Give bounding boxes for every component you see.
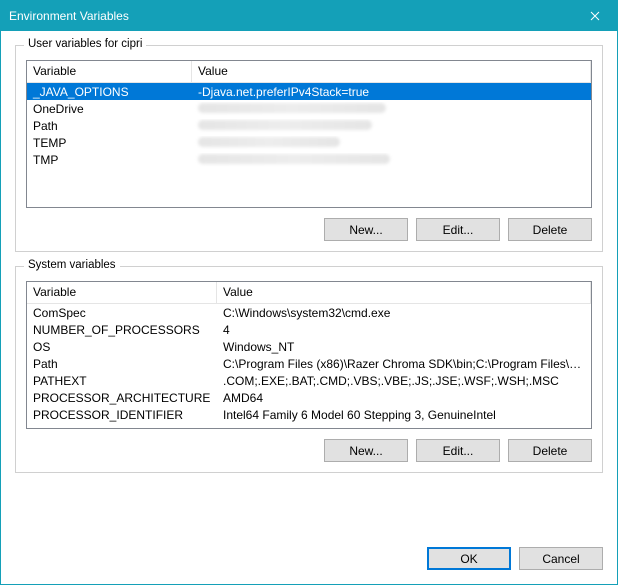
table-row[interactable]: PROCESSOR_IDENTIFIERIntel64 Family 6 Mod…	[27, 406, 591, 423]
environment-variables-dialog: Environment Variables User variables for…	[0, 0, 618, 585]
variable-value-cell: 4	[217, 323, 591, 337]
window-title: Environment Variables	[9, 9, 572, 23]
table-row[interactable]: PathC:\Program Files (x86)\Razer Chroma …	[27, 355, 591, 372]
cancel-button[interactable]: Cancel	[519, 547, 603, 570]
table-row[interactable]: OneDrive	[27, 100, 591, 117]
titlebar: Environment Variables	[1, 1, 617, 31]
variable-name-cell: OneDrive	[27, 102, 192, 116]
system-delete-button[interactable]: Delete	[508, 439, 592, 462]
dialog-client-area: User variables for cipri Variable Value …	[1, 31, 617, 547]
table-row[interactable]: PATHEXT.COM;.EXE;.BAT;.CMD;.VBS;.VBE;.JS…	[27, 372, 591, 389]
variable-name-cell: NUMBER_OF_PROCESSORS	[27, 323, 217, 337]
variable-value-cell: -Djava.net.preferIPv4Stack=true	[192, 85, 591, 99]
variable-name-cell: PROCESSOR_ARCHITECTURE	[27, 391, 217, 405]
system-header-value[interactable]: Value	[217, 282, 591, 303]
variable-name-cell: TEMP	[27, 136, 192, 150]
variable-name-cell: PATHEXT	[27, 374, 217, 388]
variable-name-cell: Path	[27, 357, 217, 371]
table-row[interactable]: NUMBER_OF_PROCESSORS4	[27, 321, 591, 338]
user-variables-list[interactable]: Variable Value _JAVA_OPTIONS-Djava.net.p…	[26, 60, 592, 208]
user-button-row: New... Edit... Delete	[26, 218, 592, 241]
obscured-value	[198, 103, 386, 113]
variable-value-cell: C:\Windows\system32\cmd.exe	[217, 306, 591, 320]
variable-name-cell: PROCESSOR_IDENTIFIER	[27, 408, 217, 422]
dialog-footer: OK Cancel	[1, 547, 617, 584]
variable-value-cell	[192, 136, 591, 150]
system-rows[interactable]: ComSpecC:\Windows\system32\cmd.exeNUMBER…	[27, 304, 591, 428]
table-row[interactable]: PROCESSOR_ARCHITECTUREAMD64	[27, 389, 591, 406]
user-rows[interactable]: _JAVA_OPTIONS-Djava.net.preferIPv4Stack=…	[27, 83, 591, 207]
user-delete-button[interactable]: Delete	[508, 218, 592, 241]
system-new-button[interactable]: New...	[324, 439, 408, 462]
system-list-header: Variable Value	[27, 282, 591, 304]
system-variables-group: System variables Variable Value ComSpecC…	[15, 266, 603, 473]
variable-name-cell: ComSpec	[27, 306, 217, 320]
user-new-button[interactable]: New...	[324, 218, 408, 241]
user-edit-button[interactable]: Edit...	[416, 218, 500, 241]
table-row[interactable]: TEMP	[27, 134, 591, 151]
variable-name-cell: OS	[27, 340, 217, 354]
variable-value-cell	[192, 119, 591, 133]
table-row[interactable]: OSWindows_NT	[27, 338, 591, 355]
system-header-variable[interactable]: Variable	[27, 282, 217, 303]
system-variables-list[interactable]: Variable Value ComSpecC:\Windows\system3…	[26, 281, 592, 429]
obscured-value	[198, 154, 390, 164]
table-row[interactable]: _JAVA_OPTIONS-Djava.net.preferIPv4Stack=…	[27, 83, 591, 100]
variable-value-cell: .COM;.EXE;.BAT;.CMD;.VBS;.VBE;.JS;.JSE;.…	[217, 374, 591, 388]
system-edit-button[interactable]: Edit...	[416, 439, 500, 462]
system-variables-legend: System variables	[24, 259, 120, 271]
variable-value-cell: C:\Program Files (x86)\Razer Chroma SDK\…	[217, 357, 591, 371]
variable-value-cell	[192, 102, 591, 116]
user-header-value[interactable]: Value	[192, 61, 591, 82]
table-row[interactable]: ComSpecC:\Windows\system32\cmd.exe	[27, 304, 591, 321]
table-row[interactable]: Path	[27, 117, 591, 134]
variable-value-cell	[192, 153, 591, 167]
table-row[interactable]: TMP	[27, 151, 591, 168]
variable-value-cell: Intel64 Family 6 Model 60 Stepping 3, Ge…	[217, 408, 591, 422]
user-header-variable[interactable]: Variable	[27, 61, 192, 82]
user-variables-legend: User variables for cipri	[24, 38, 146, 50]
variable-value-cell: AMD64	[217, 391, 591, 405]
system-button-row: New... Edit... Delete	[26, 439, 592, 462]
variable-name-cell: _JAVA_OPTIONS	[27, 85, 192, 99]
variable-name-cell: TMP	[27, 153, 192, 167]
user-list-header: Variable Value	[27, 61, 591, 83]
user-variables-group: User variables for cipri Variable Value …	[15, 45, 603, 252]
variable-value-cell: Windows_NT	[217, 340, 591, 354]
ok-button[interactable]: OK	[427, 547, 511, 570]
obscured-value	[198, 137, 340, 147]
variable-name-cell: Path	[27, 119, 192, 133]
close-icon[interactable]	[572, 1, 617, 31]
obscured-value	[198, 120, 372, 130]
